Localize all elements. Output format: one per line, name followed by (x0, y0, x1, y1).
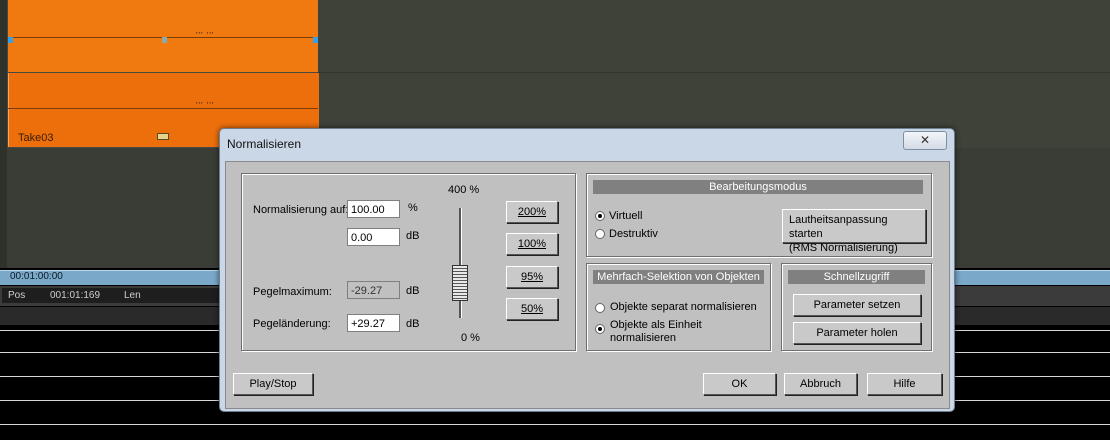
level-slider-thumb[interactable] (452, 265, 468, 301)
timeline-time: 00:01:00:00 (10, 271, 63, 282)
slider-min-label: 0 % (461, 332, 480, 344)
help-button[interactable]: Hilfe (867, 373, 942, 395)
normalize-percent-input[interactable]: 100.00 (347, 200, 400, 218)
mode-header: Bearbeitungsmodus (593, 180, 923, 194)
preset-100-label: 100% (517, 238, 547, 250)
track-header-strip (0, 0, 7, 268)
level-slider-track[interactable] (459, 208, 462, 318)
multi-selection-group: Mehrfach-Selektion von Objekten Objekte … (586, 263, 771, 351)
get-parameters-button[interactable]: Parameter holen (793, 322, 921, 344)
ok-button[interactable]: OK (703, 373, 776, 395)
quick-access-header: Schnellzugriff (788, 270, 925, 284)
percent-unit: % (408, 202, 418, 214)
mode-virtual-radio[interactable] (595, 211, 605, 221)
preset-95-button[interactable]: 95% (506, 266, 558, 288)
clip-volume-icon[interactable] (157, 133, 169, 140)
unit-normalize-line1: Objekte als Einheit (610, 319, 702, 331)
rms-button-line1: Lautheitsanpassung starten (789, 214, 888, 240)
volume-handle[interactable] (162, 37, 167, 43)
normalize-label: Normalisierung auf: (253, 204, 349, 216)
preset-95-label: 95% (520, 271, 544, 283)
normalize-dialog: Normalisieren ✕ Normalisierung auf: 100.… (219, 128, 955, 412)
mode-group: Bearbeitungsmodus Virtuell Destruktiv La… (586, 173, 932, 257)
cancel-button[interactable]: Abbruch (784, 373, 857, 395)
waveform-marks: ''' ''' (196, 31, 215, 40)
normalize-db-input[interactable]: 0.00 (347, 228, 400, 246)
peak-label: Pegelmaximum: (253, 286, 332, 298)
track-lane[interactable] (318, 0, 1110, 148)
change-input[interactable]: +29.27 (347, 314, 400, 332)
peak-value: -29.27 (347, 281, 400, 299)
audio-clip-upper[interactable] (8, 0, 318, 72)
fade-in-handle[interactable] (8, 37, 13, 43)
unit-normalize-line2: normalisieren (610, 332, 677, 344)
mode-virtual-label[interactable]: Virtuell (609, 210, 642, 222)
mode-destructive-label[interactable]: Destruktiv (609, 228, 658, 240)
pos-label: Pos (2, 288, 44, 303)
pos-value[interactable]: 001:01:169 (44, 288, 118, 303)
play-stop-button[interactable]: Play/Stop (233, 373, 313, 395)
waveform-marks: ''' ''' (196, 101, 215, 110)
waveform-line (8, 108, 318, 109)
rms-button-line2: (RMS Normalisierung) (789, 242, 898, 254)
set-parameters-button[interactable]: Parameter setzen (793, 294, 921, 316)
separate-normalize-label[interactable]: Objekte separat normalisieren (610, 301, 757, 313)
lane-divider (318, 72, 1110, 73)
close-icon: ✕ (919, 133, 931, 147)
slider-max-label: 400 % (448, 184, 480, 196)
grid-line (0, 424, 1110, 425)
db-unit: dB (406, 230, 420, 242)
fade-out-handle[interactable] (313, 37, 318, 43)
separate-normalize-radio[interactable] (595, 303, 605, 313)
quick-access-group: Schnellzugriff Parameter setzen Paramete… (781, 263, 932, 351)
level-group: Normalisierung auf: 100.00 % 0.00 dB Peg… (241, 173, 576, 351)
preset-100-button[interactable]: 100% (506, 233, 558, 255)
preset-50-label: 50% (520, 303, 544, 315)
close-button[interactable]: ✕ (903, 131, 947, 150)
preset-200-button[interactable]: 200% (506, 201, 558, 223)
dialog-client: Normalisierung auf: 100.00 % 0.00 dB Peg… (225, 161, 950, 409)
mode-destructive-radio[interactable] (595, 229, 605, 239)
preset-200-label: 200% (517, 206, 547, 218)
preset-50-button[interactable]: 50% (506, 298, 558, 320)
change-label: Pegeländerung: (253, 318, 331, 330)
unit-normalize-radio[interactable] (595, 324, 605, 334)
peak-unit: dB (406, 285, 420, 297)
clip-label: Take03 (18, 132, 54, 144)
multi-selection-header: Mehrfach-Selektion von Objekten (593, 270, 764, 284)
rms-normalize-button[interactable]: Lautheitsanpassung starten (RMS Normalis… (782, 209, 926, 254)
dialog-title: Normalisieren (227, 137, 302, 151)
unit-normalize-label[interactable]: Objekte als Einheit normalisieren (610, 319, 702, 345)
change-unit: dB (406, 318, 420, 330)
len-label[interactable]: Len (118, 288, 220, 303)
